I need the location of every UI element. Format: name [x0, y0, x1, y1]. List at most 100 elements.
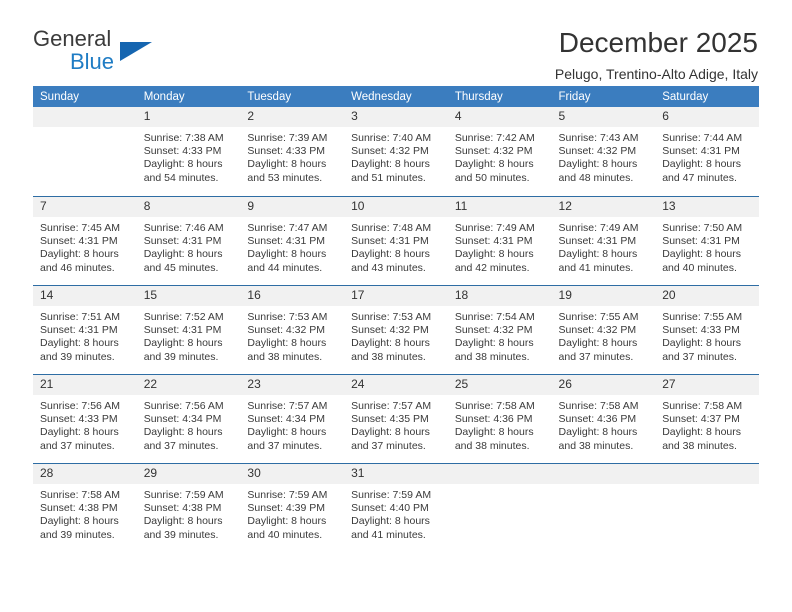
day-cell-inner: 4 Sunrise: 7:42 AM Sunset: 4:32 PM Daylight…: [447, 107, 552, 196]
day-sun-details: Sunrise: 7:48 AM Sunset: 4:31 PM Daylight:…: [344, 217, 448, 275]
day-number: 27: [655, 375, 759, 395]
daylight-text-line1: Daylight: 8 hours: [143, 248, 223, 261]
daylight-text-line1: Daylight: 8 hours: [351, 515, 430, 528]
daylight-text-line2: and 39 minutes.: [40, 528, 115, 541]
daylight-text-line1: Daylight: 8 hours: [662, 248, 742, 261]
calendar-day-cell[interactable]: 17 Sunrise: 7:53 AM Sunset: 4:32 PM Dayligh…: [344, 285, 448, 374]
daylight-text-line1: Daylight: 8 hours: [143, 515, 223, 528]
calendar-day-cell[interactable]: 2 Sunrise: 7:39 AM Sunset: 4:33 PM Daylight…: [240, 107, 345, 196]
daylight-text-line2: and 41 minutes.: [351, 528, 426, 541]
sunrise-text: Sunrise: 7:43 AM: [558, 132, 639, 144]
calendar-day-cell[interactable]: 12 Sunrise: 7:49 AM Sunset: 4:31 PM Dayligh…: [551, 196, 656, 285]
day-number: 10: [344, 197, 448, 217]
sunset-text: Sunset: 4:32 PM: [454, 324, 533, 337]
daylight-text-line2: and 37 minutes.: [558, 350, 634, 363]
daylight-text-line2: and 38 minutes.: [662, 439, 737, 452]
day-sun-details: Sunrise: 7:39 AM Sunset: 4:33 PM Daylight:…: [240, 127, 344, 185]
sunrise-text: Sunrise: 7:58 AM: [454, 400, 535, 412]
calendar-day-cell[interactable]: 24 Sunrise: 7:57 AM Sunset: 4:35 PM Dayligh…: [344, 374, 448, 463]
daylight-text-line1: Daylight: 8 hours: [247, 158, 327, 171]
day-cell-inner: 19 Sunrise: 7:55 AM Sunset: 4:32 PM Dayligh…: [551, 285, 656, 374]
calendar-day-cell[interactable]: 5 Sunrise: 7:43 AM Sunset: 4:32 PM Daylight…: [551, 107, 656, 196]
calendar-day-cell[interactable]: 21 Sunrise: 7:56 AM Sunset: 4:33 PM Dayligh…: [33, 374, 137, 463]
calendar-day-cell[interactable]: 19 Sunrise: 7:55 AM Sunset: 4:32 PM Dayligh…: [551, 285, 656, 374]
day-sun-details: Sunrise: 7:58 AM Sunset: 4:37 PM Daylight:…: [655, 395, 759, 453]
calendar-day-cell[interactable]: 25 Sunrise: 7:58 AM Sunset: 4:36 PM Dayligh…: [447, 374, 552, 463]
calendar-day-cell[interactable]: 15 Sunrise: 7:52 AM Sunset: 4:31 PM Dayligh…: [136, 285, 241, 374]
calendar-day-cell[interactable]: 22 Sunrise: 7:56 AM Sunset: 4:34 PM Dayligh…: [136, 374, 241, 463]
daylight-text-line1: Daylight: 8 hours: [247, 337, 327, 350]
day-cell-inner: 27 Sunrise: 7:58 AM Sunset: 4:37 PM Dayligh…: [655, 374, 759, 463]
daylight-text-line1: Daylight: 8 hours: [247, 426, 327, 439]
day-sun-details: Sunrise: 7:56 AM Sunset: 4:33 PM Daylight:…: [33, 395, 137, 453]
calendar-day-cell[interactable]: 23 Sunrise: 7:57 AM Sunset: 4:34 PM Dayligh…: [240, 374, 345, 463]
sunrise-text: Sunrise: 7:54 AM: [454, 311, 535, 323]
sunrise-text: Sunrise: 7:57 AM: [351, 400, 432, 412]
day-cell-inner: 11 Sunrise: 7:49 AM Sunset: 4:31 PM Dayligh…: [447, 196, 552, 285]
sunrise-text: Sunrise: 7:59 AM: [247, 489, 328, 501]
daylight-text-line1: Daylight: 8 hours: [351, 158, 430, 171]
calendar-day-cell[interactable]: 16 Sunrise: 7:53 AM Sunset: 4:32 PM Dayligh…: [240, 285, 345, 374]
day-number: 1: [136, 107, 241, 127]
day-number: 14: [33, 286, 137, 306]
daylight-text-line1: Daylight: 8 hours: [247, 515, 327, 528]
sunset-text: Sunset: 4:31 PM: [351, 235, 429, 248]
calendar-page: General Blue December 2025 Pelugo, Trent…: [0, 0, 792, 612]
day-cell-inner: 23 Sunrise: 7:57 AM Sunset: 4:34 PM Dayligh…: [240, 374, 345, 463]
calendar-day-cell[interactable]: 9 Sunrise: 7:47 AM Sunset: 4:31 PM Daylight…: [240, 196, 345, 285]
weekday-header-friday: Friday: [551, 86, 656, 107]
calendar-day-cell[interactable]: 28 Sunrise: 7:58 AM Sunset: 4:38 PM Dayligh…: [33, 463, 137, 552]
day-sun-details: Sunrise: 7:45 AM Sunset: 4:31 PM Daylight:…: [33, 217, 137, 275]
daylight-text-line1: Daylight: 8 hours: [40, 248, 119, 261]
calendar-day-cell[interactable]: 10 Sunrise: 7:48 AM Sunset: 4:31 PM Dayligh…: [344, 196, 448, 285]
day-sun-details: Sunrise: 7:50 AM Sunset: 4:31 PM Daylight:…: [655, 217, 759, 275]
calendar-day-cell[interactable]: 26 Sunrise: 7:58 AM Sunset: 4:36 PM Dayligh…: [551, 374, 656, 463]
sunrise-text: Sunrise: 7:44 AM: [662, 132, 743, 144]
day-sun-details: Sunrise: 7:49 AM Sunset: 4:31 PM Daylight:…: [552, 217, 656, 275]
day-number: 24: [344, 375, 448, 395]
day-cell-inner: 29 Sunrise: 7:59 AM Sunset: 4:38 PM Dayligh…: [136, 463, 241, 552]
daylight-text-line2: and 40 minutes.: [247, 528, 323, 541]
sunrise-text: Sunrise: 7:59 AM: [143, 489, 224, 501]
calendar-day-cell[interactable]: 27 Sunrise: 7:58 AM Sunset: 4:37 PM Dayligh…: [655, 374, 759, 463]
day-number: 13: [655, 197, 759, 217]
calendar-day-cell[interactable]: 3 Sunrise: 7:40 AM Sunset: 4:32 PM Daylight…: [344, 107, 448, 196]
day-number: 8: [136, 197, 241, 217]
day-number: 6: [655, 107, 759, 127]
calendar-day-cell[interactable]: 20 Sunrise: 7:55 AM Sunset: 4:33 PM Dayligh…: [655, 285, 759, 374]
calendar-day-cell[interactable]: 18 Sunrise: 7:54 AM Sunset: 4:32 PM Dayligh…: [447, 285, 552, 374]
sunset-text: Sunset: 4:32 PM: [558, 324, 637, 337]
calendar-day-cell[interactable]: 31 Sunrise: 7:59 AM Sunset: 4:40 PM Dayligh…: [344, 463, 448, 552]
calendar-day-cell[interactable]: 13 Sunrise: 7:50 AM Sunset: 4:31 PM Dayligh…: [655, 196, 759, 285]
day-sun-details: Sunrise: 7:52 AM Sunset: 4:31 PM Daylight:…: [137, 306, 241, 364]
sunset-text: Sunset: 4:34 PM: [143, 413, 222, 426]
calendar-day-cell[interactable]: 7 Sunrise: 7:45 AM Sunset: 4:31 PM Daylight…: [33, 196, 137, 285]
daylight-text-line1: Daylight: 8 hours: [454, 248, 534, 261]
general-blue-logo[interactable]: General Blue: [33, 28, 213, 76]
calendar-day-cell[interactable]: 8 Sunrise: 7:46 AM Sunset: 4:31 PM Daylight…: [136, 196, 241, 285]
sunset-text: Sunset: 4:33 PM: [247, 145, 326, 158]
day-cell-inner: 5 Sunrise: 7:43 AM Sunset: 4:32 PM Daylight…: [551, 107, 656, 196]
calendar-day-cell[interactable]: 29 Sunrise: 7:59 AM Sunset: 4:38 PM Dayligh…: [136, 463, 241, 552]
day-number: 31: [344, 464, 448, 484]
daylight-text-line1: Daylight: 8 hours: [40, 426, 119, 439]
daylight-text-line2: and 44 minutes.: [247, 261, 323, 274]
daylight-text-line2: and 46 minutes.: [40, 261, 115, 274]
daylight-text-line1: Daylight: 8 hours: [558, 248, 638, 261]
sunrise-text: Sunrise: 7:55 AM: [558, 311, 639, 323]
day-sun-details: Sunrise: 7:53 AM Sunset: 4:32 PM Daylight:…: [344, 306, 448, 364]
sunrise-text: Sunrise: 7:52 AM: [143, 311, 224, 323]
calendar-day-cell[interactable]: 30 Sunrise: 7:59 AM Sunset: 4:39 PM Dayligh…: [240, 463, 345, 552]
calendar-day-cell[interactable]: 14 Sunrise: 7:51 AM Sunset: 4:31 PM Dayligh…: [33, 285, 137, 374]
day-sun-details: Sunrise: 7:46 AM Sunset: 4:31 PM Daylight:…: [137, 217, 241, 275]
sunset-text: Sunset: 4:38 PM: [40, 502, 118, 515]
day-number: 5: [551, 107, 656, 127]
day-number: 11: [447, 197, 552, 217]
calendar-day-cell[interactable]: 4 Sunrise: 7:42 AM Sunset: 4:32 PM Daylight…: [447, 107, 552, 196]
calendar-day-cell[interactable]: 11 Sunrise: 7:49 AM Sunset: 4:31 PM Dayligh…: [447, 196, 552, 285]
calendar-day-cell[interactable]: 6 Sunrise: 7:44 AM Sunset: 4:31 PM Daylight…: [655, 107, 759, 196]
sunset-text: Sunset: 4:32 PM: [247, 324, 326, 337]
calendar-day-cell[interactable]: 1 Sunrise: 7:38 AM Sunset: 4:33 PM Daylight…: [136, 107, 241, 196]
daylight-text-line2: and 37 minutes.: [143, 439, 219, 452]
sunrise-text: Sunrise: 7:48 AM: [351, 222, 432, 234]
